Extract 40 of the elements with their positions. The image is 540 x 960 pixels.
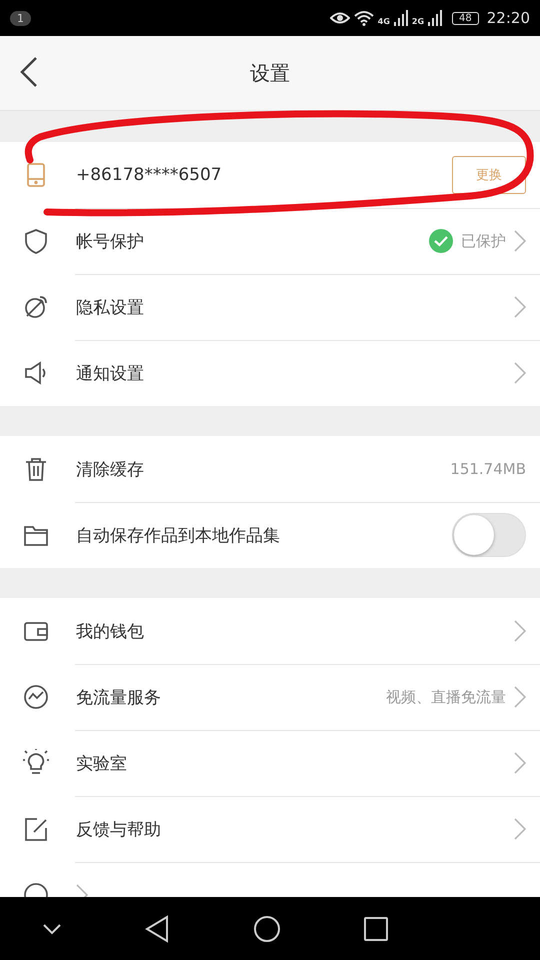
- wifi-icon: [354, 10, 374, 26]
- setting-value: 151.74MB: [450, 460, 526, 478]
- page-title: 设置: [250, 60, 290, 86]
- setting-label: 帐号保护: [76, 230, 145, 252]
- eye-icon: [330, 11, 350, 25]
- toggle-switch[interactable]: [452, 513, 526, 557]
- clock-time: 22:20: [486, 9, 530, 27]
- setting-label: 隐私设置: [76, 296, 145, 318]
- home-icon[interactable]: [252, 914, 281, 942]
- shield-icon: [22, 227, 50, 255]
- back-button[interactable]: [20, 56, 38, 88]
- setting-label: 反馈与帮助: [76, 818, 162, 840]
- setting-label: 实验室: [76, 752, 128, 774]
- battery-level: 48: [452, 12, 479, 24]
- collapse-icon[interactable]: [42, 922, 62, 934]
- chevron-icon: [514, 620, 526, 642]
- recents-icon[interactable]: [364, 916, 388, 940]
- signal-icon: [428, 10, 442, 26]
- setting-label: +86178****6507: [76, 165, 223, 185]
- chevron-icon: [514, 296, 526, 318]
- bulb-icon: [22, 749, 50, 777]
- setting-label: 免流量服务: [76, 686, 162, 708]
- chevron-icon: [514, 818, 526, 840]
- chevron-icon: [514, 752, 526, 774]
- network-label: 4G: [378, 17, 390, 26]
- setting-value: 视频、直播免流量: [386, 688, 506, 706]
- signal-icon: [394, 10, 408, 26]
- setting-label: 清除缓存: [76, 458, 145, 480]
- back-icon[interactable]: [145, 914, 170, 942]
- setting-label: 通知设置: [76, 362, 145, 384]
- chevron-icon: [514, 230, 526, 252]
- notification-count: 1: [10, 10, 31, 26]
- network-label: 2G: [412, 17, 424, 26]
- chevron-icon: [514, 362, 526, 384]
- chart-icon: [22, 683, 50, 711]
- setting-label: 自动保存作品到本地作品集: [76, 524, 281, 546]
- edit-icon: [22, 815, 50, 843]
- setting-label: 我的钱包: [76, 620, 145, 642]
- chevron-icon: [514, 686, 526, 708]
- setting-value: 已保护: [461, 232, 506, 250]
